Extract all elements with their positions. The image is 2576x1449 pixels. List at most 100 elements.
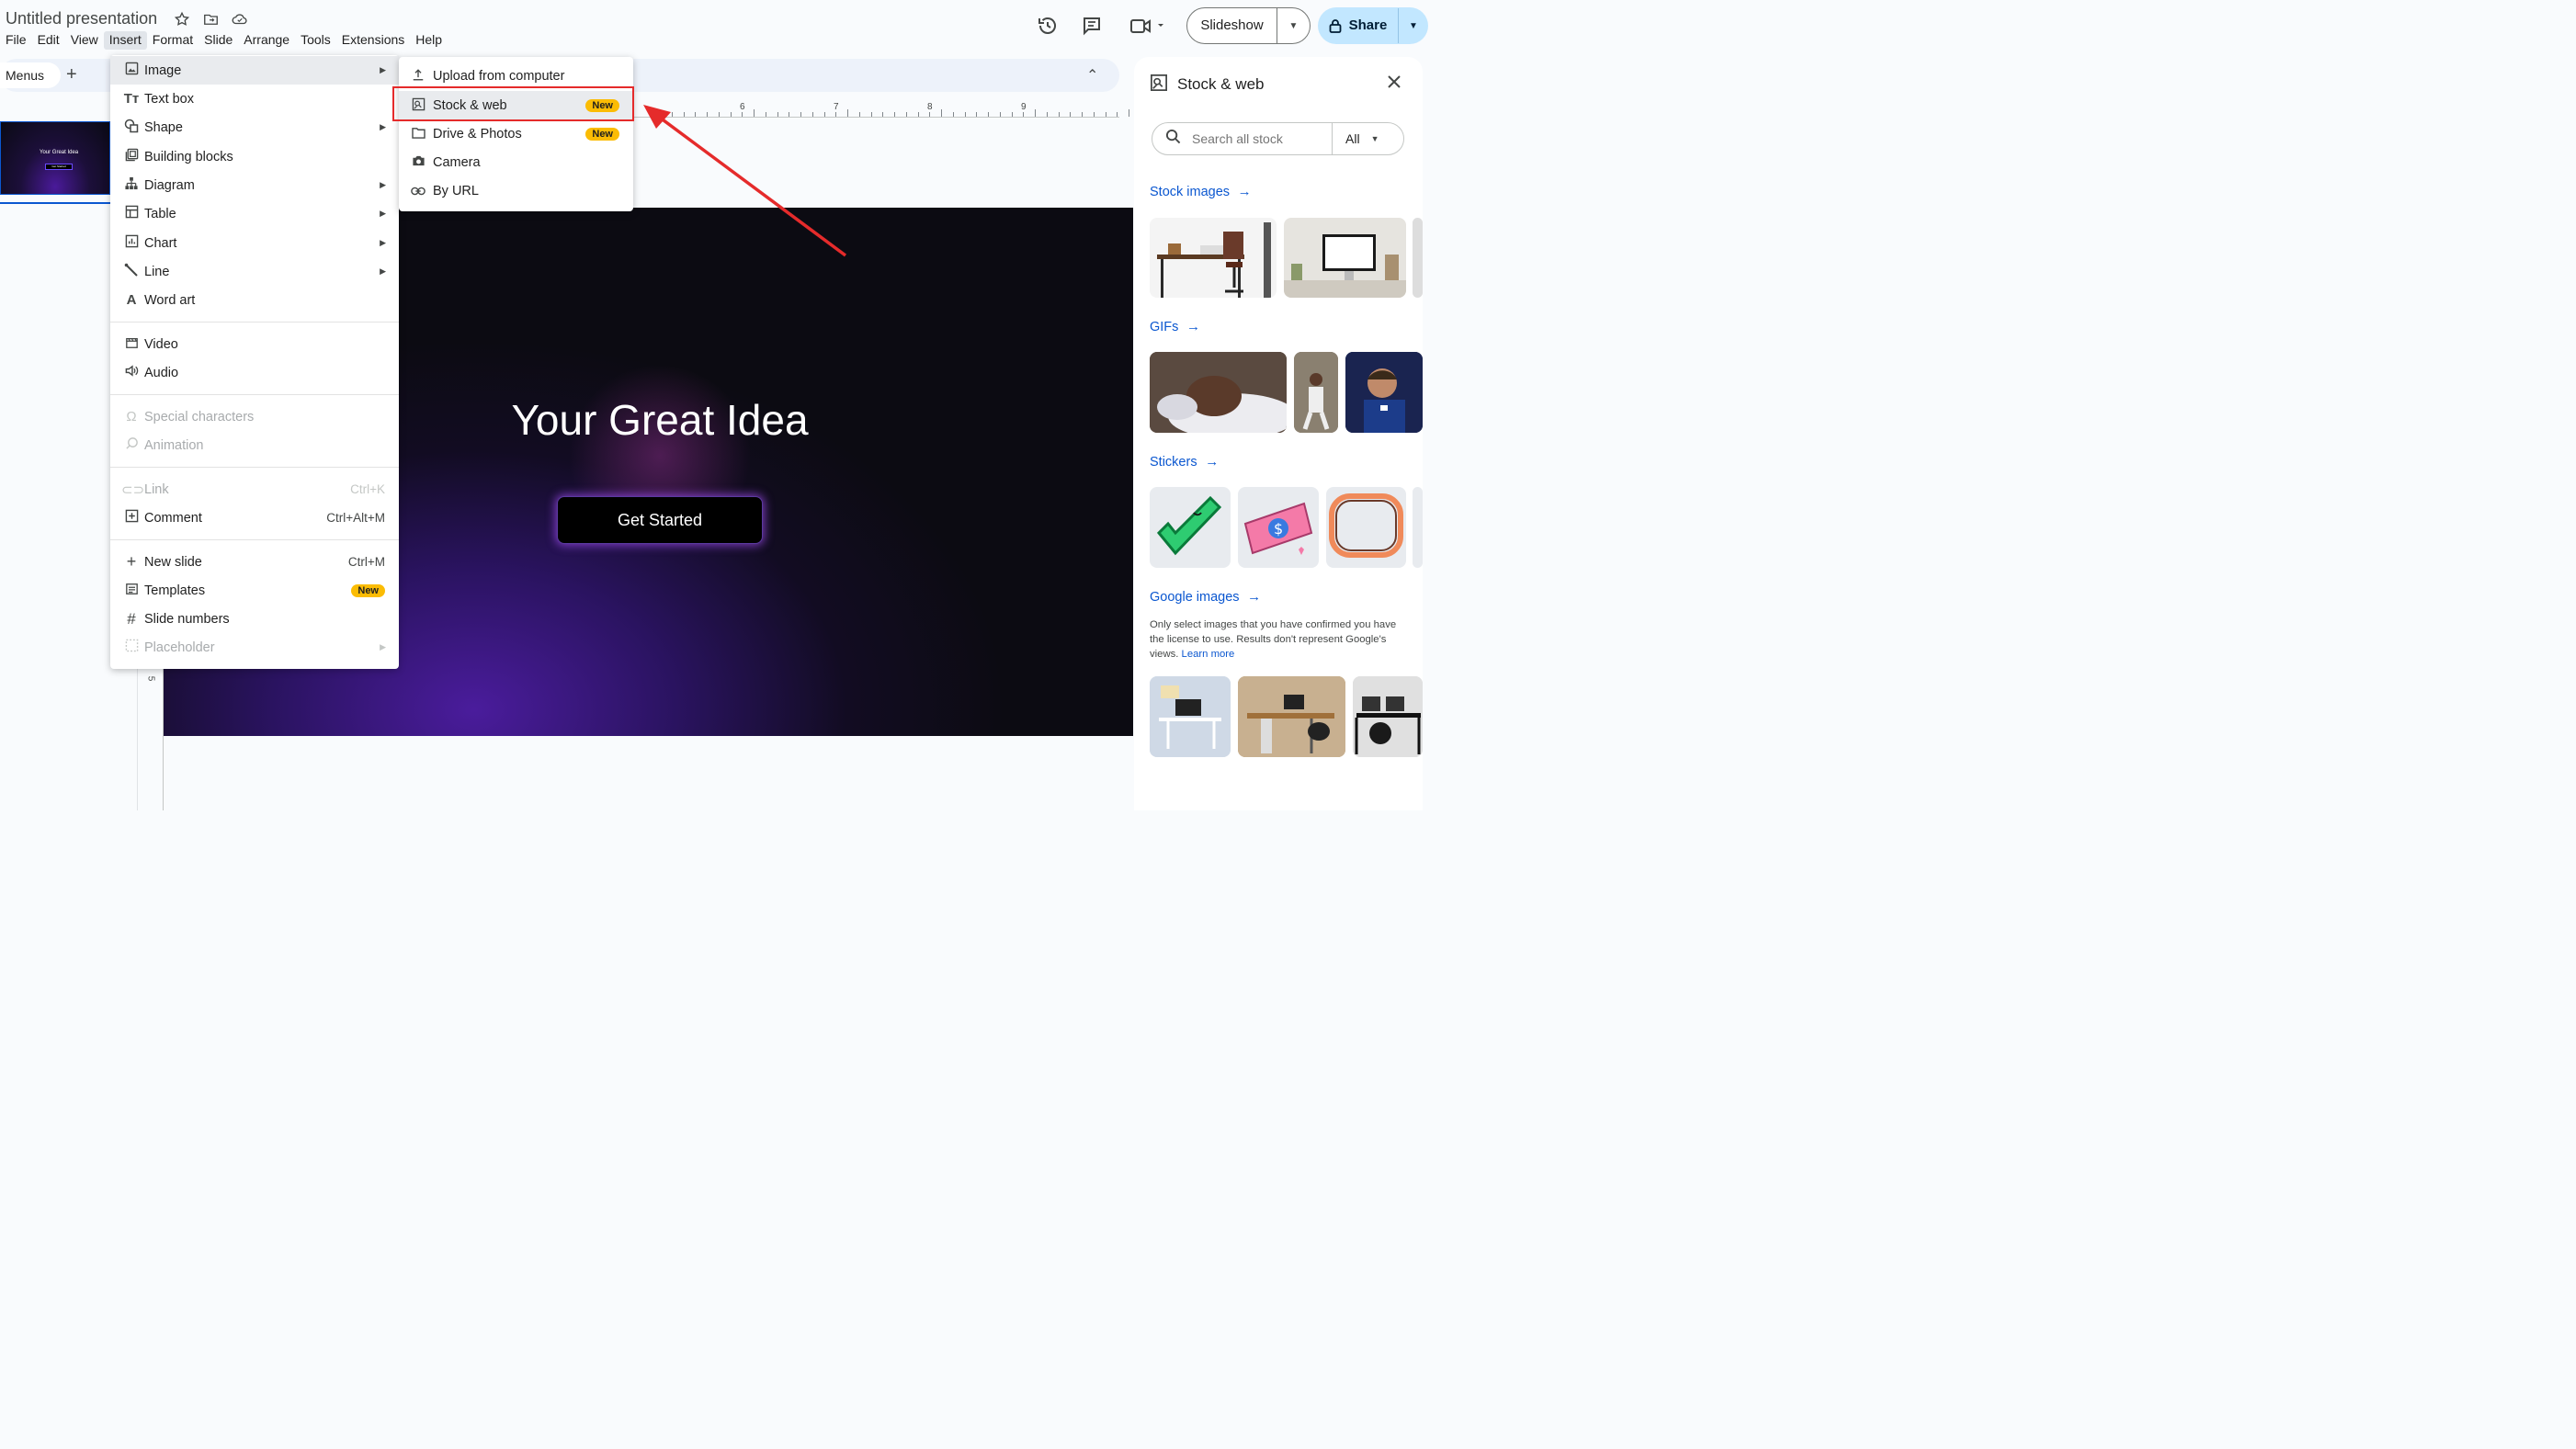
vertical-ruler bbox=[145, 662, 164, 810]
slideshow-label[interactable]: Slideshow bbox=[1187, 8, 1277, 43]
stock-image-monitor-desk[interactable] bbox=[1284, 218, 1406, 298]
menu-item-chart[interactable]: Chart ▶ bbox=[110, 229, 399, 257]
collapse-toolbar-chevron-icon[interactable]: ⌃ bbox=[1086, 66, 1098, 85]
share-options-chevron-icon[interactable]: ▼ bbox=[1399, 21, 1428, 31]
menu-item-image[interactable]: Image ▶ bbox=[110, 56, 399, 85]
building-blocks-icon bbox=[121, 148, 142, 165]
arrow-right-icon: → bbox=[1201, 454, 1220, 470]
menu-item-new-slide[interactable]: + New slide Ctrl+M bbox=[110, 548, 399, 576]
menu-label: Diagram bbox=[144, 177, 195, 193]
submenu-item-camera[interactable]: Camera bbox=[399, 148, 633, 176]
menu-format[interactable]: Format bbox=[147, 31, 199, 50]
sticker-money[interactable]: $ bbox=[1238, 487, 1319, 568]
annotation-arrow bbox=[643, 105, 847, 257]
google-images-section-link[interactable]: Google images → bbox=[1150, 589, 1261, 606]
menu-label: Slide numbers bbox=[144, 611, 230, 627]
google-image-wood-desk[interactable] bbox=[1238, 676, 1345, 757]
document-title[interactable]: Untitled presentation bbox=[6, 9, 157, 28]
close-icon[interactable] bbox=[1386, 74, 1402, 96]
menu-item-animation: Animation bbox=[110, 431, 399, 459]
slide-thumbnail-1[interactable]: Your Great Idea Get Started bbox=[0, 121, 110, 195]
google-image-white-desk[interactable] bbox=[1150, 676, 1231, 757]
menu-slide[interactable]: Slide bbox=[199, 31, 238, 50]
meet-icon[interactable] bbox=[1129, 15, 1163, 37]
menu-item-audio[interactable]: Audio bbox=[110, 358, 399, 387]
menu-label: New slide bbox=[144, 554, 202, 570]
move-to-folder-icon[interactable] bbox=[202, 11, 221, 29]
menu-file[interactable]: File bbox=[0, 31, 32, 50]
arrow-right-icon: → bbox=[1233, 184, 1252, 199]
gif-dancing[interactable] bbox=[1294, 352, 1338, 433]
menu-item-special-characters: Ω Special characters bbox=[110, 402, 399, 431]
search-filter-select[interactable]: All bbox=[1345, 131, 1360, 146]
stock-images-section-link[interactable]: Stock images → bbox=[1150, 184, 1252, 200]
shortcut: Ctrl+K bbox=[350, 482, 385, 496]
stock-image-desk-chair[interactable] bbox=[1150, 218, 1277, 298]
menu-item-table[interactable]: Table ▶ bbox=[110, 199, 399, 228]
menu-item-line[interactable]: Line ▶ bbox=[110, 257, 399, 286]
menu-extensions[interactable]: Extensions bbox=[336, 31, 410, 50]
stickers-section-link[interactable]: Stickers → bbox=[1150, 454, 1219, 470]
sticker-checkmark[interactable] bbox=[1150, 487, 1231, 568]
slideshow-button[interactable]: Slideshow ▼ bbox=[1186, 7, 1311, 44]
placeholder-icon bbox=[121, 639, 142, 656]
menu-item-word-art[interactable]: A Word art bbox=[110, 286, 399, 314]
google-image-black-desk[interactable] bbox=[1353, 676, 1423, 757]
menu-label: Comment bbox=[144, 510, 202, 526]
section-label: GIFs bbox=[1150, 320, 1179, 334]
animation-icon bbox=[121, 436, 142, 454]
submenu-arrow-icon: ▶ bbox=[380, 642, 386, 651]
menu-label: Line bbox=[144, 264, 170, 279]
menu-item-video[interactable]: Video bbox=[110, 330, 399, 358]
slideshow-options-chevron-icon[interactable]: ▼ bbox=[1277, 21, 1310, 31]
menu-item-building-blocks[interactable]: Building blocks bbox=[110, 142, 399, 171]
menu-item-slide-numbers[interactable]: # Slide numbers bbox=[110, 605, 399, 633]
license-disclaimer: Only select images that you have confirm… bbox=[1150, 617, 1412, 662]
gif-sleeping-man[interactable] bbox=[1150, 352, 1287, 433]
diagram-icon bbox=[121, 176, 142, 194]
learn-more-link[interactable]: Learn more bbox=[1182, 649, 1235, 660]
search-divider bbox=[1332, 122, 1333, 155]
menu-item-comment[interactable]: Comment Ctrl+Alt+M bbox=[110, 504, 399, 532]
submenu-arrow-icon: ▶ bbox=[380, 209, 386, 218]
chevron-down-icon[interactable]: ▼ bbox=[1371, 134, 1379, 143]
menu-view[interactable]: View bbox=[65, 31, 104, 50]
section-label: Stickers bbox=[1150, 455, 1197, 470]
menu-help[interactable]: Help bbox=[410, 31, 448, 50]
menu-item-templates[interactable]: Templates New bbox=[110, 576, 399, 605]
menu-divider bbox=[110, 394, 399, 395]
ruler-tick bbox=[1023, 112, 1025, 117]
share-label: Share bbox=[1348, 17, 1388, 33]
new-slide-plus-icon[interactable]: + bbox=[66, 64, 77, 85]
menu-tools[interactable]: Tools bbox=[295, 31, 336, 50]
sticker-frame[interactable] bbox=[1326, 487, 1406, 568]
menus-search-chip[interactable]: Menus bbox=[0, 62, 61, 88]
menu-item-shape[interactable]: Shape ▶ bbox=[110, 113, 399, 142]
version-history-icon[interactable] bbox=[1037, 15, 1059, 37]
gif-football-player[interactable] bbox=[1345, 352, 1423, 433]
menu-edit[interactable]: Edit bbox=[32, 31, 65, 50]
menu-item-diagram[interactable]: Diagram ▶ bbox=[110, 171, 399, 199]
stock-image-partial[interactable] bbox=[1413, 218, 1423, 298]
star-icon[interactable] bbox=[174, 11, 192, 29]
ruler-number: 9 bbox=[1021, 102, 1027, 112]
share-main[interactable]: Share bbox=[1318, 8, 1399, 43]
menu-divider bbox=[110, 539, 399, 540]
menu-item-text-box[interactable]: Tт Text box bbox=[110, 85, 399, 113]
get-started-button[interactable]: Get Started bbox=[557, 496, 763, 544]
sticker-partial[interactable] bbox=[1413, 487, 1423, 568]
arrow-right-icon: → bbox=[1182, 319, 1201, 334]
cloud-saved-icon[interactable] bbox=[231, 11, 249, 29]
submenu-item-by-url[interactable]: By URL bbox=[399, 176, 633, 205]
ruler-tick bbox=[917, 112, 919, 117]
gifs-section-link[interactable]: GIFs → bbox=[1150, 319, 1200, 335]
stock-search-input[interactable] bbox=[1192, 131, 1330, 146]
comments-icon[interactable] bbox=[1081, 15, 1103, 37]
share-button[interactable]: Share ▼ bbox=[1318, 7, 1428, 44]
ruler-tick bbox=[988, 112, 989, 117]
submenu-item-drive-photos[interactable]: Drive & Photos New bbox=[399, 119, 633, 148]
image-submenu: Upload from computer Stock & web New Dri… bbox=[399, 57, 633, 211]
menu-arrange[interactable]: Arrange bbox=[238, 31, 295, 50]
menu-label: Audio bbox=[144, 365, 179, 380]
menu-insert[interactable]: Insert bbox=[103, 31, 147, 50]
